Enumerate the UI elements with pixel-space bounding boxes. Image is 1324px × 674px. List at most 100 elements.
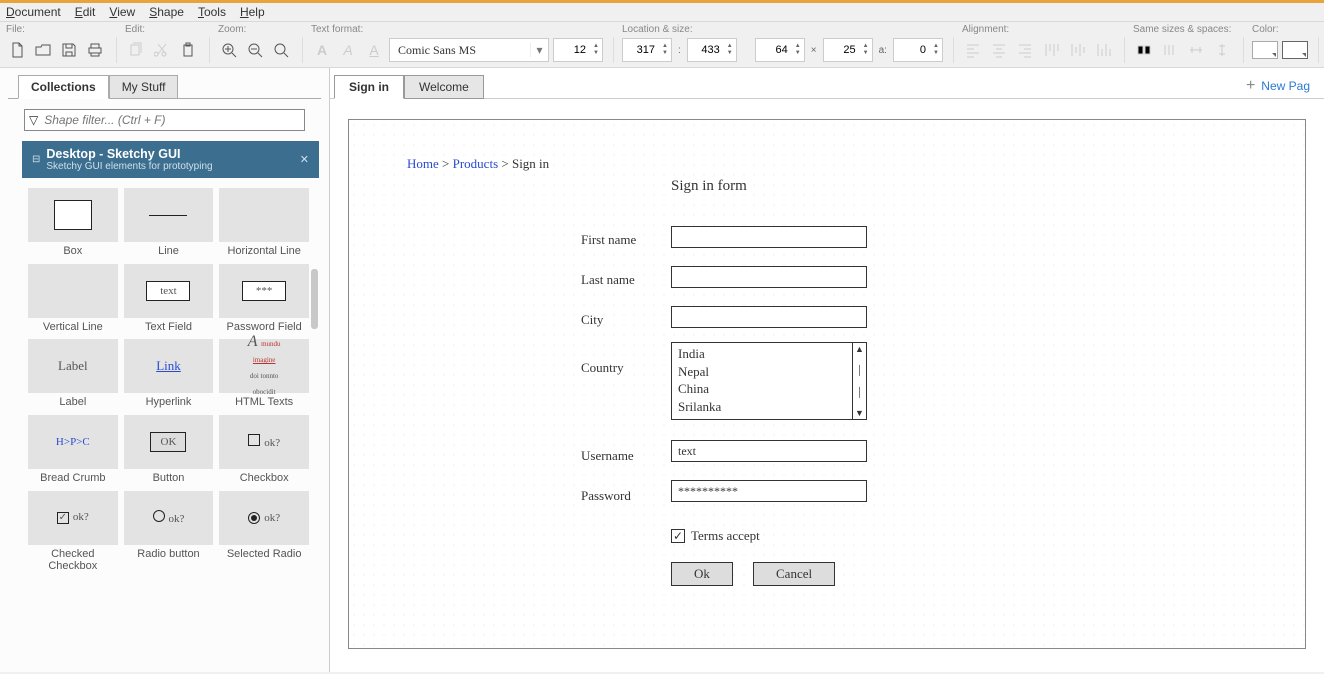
canvas[interactable]: Home > Products > Sign in Sign in form F… bbox=[348, 119, 1306, 649]
menu-shape[interactable]: Shape bbox=[149, 5, 184, 19]
menu-help[interactable]: Help bbox=[240, 5, 265, 19]
page-tab-welcome[interactable]: Welcome bbox=[404, 75, 484, 99]
new-page-button[interactable]: + New Pag bbox=[1246, 77, 1310, 95]
angle-input[interactable]: ▲▼ bbox=[893, 38, 943, 62]
menu-document[interactable]: Document bbox=[6, 5, 61, 19]
align-center-icon[interactable] bbox=[988, 39, 1010, 61]
edit-group-label: Edit: bbox=[125, 24, 199, 35]
shape-caption: Bread Crumb bbox=[28, 472, 118, 485]
align-left-icon[interactable] bbox=[962, 39, 984, 61]
fill-color-well[interactable] bbox=[1252, 41, 1278, 59]
shape-item[interactable]: ok?Selected Radio bbox=[219, 491, 309, 573]
shape-item[interactable]: A munduimaginedoi tonntoobociditHTML Tex… bbox=[219, 339, 309, 409]
pos-y-input[interactable]: ▲▼ bbox=[687, 38, 737, 62]
shape-item[interactable]: LabelLabel bbox=[28, 339, 118, 409]
zoom-reset-icon[interactable] bbox=[270, 39, 292, 61]
align-group-label: Alignment: bbox=[962, 24, 1114, 35]
shape-item[interactable]: textText Field bbox=[124, 264, 214, 334]
copy-icon[interactable] bbox=[125, 39, 147, 61]
zoom-out-icon[interactable] bbox=[244, 39, 266, 61]
button-cancel[interactable]: Cancel bbox=[753, 562, 835, 586]
same-group-label: Same sizes & spaces: bbox=[1133, 24, 1233, 35]
shape-caption: Box bbox=[28, 245, 118, 258]
save-file-icon[interactable] bbox=[58, 39, 80, 61]
label-password: Password bbox=[581, 488, 631, 504]
collection-header[interactable]: ⊟ Desktop - Sketchy GUI Sketchy GUI elem… bbox=[22, 141, 319, 178]
stroke-color-well[interactable] bbox=[1282, 41, 1308, 59]
page-tab-signin[interactable]: Sign in bbox=[334, 75, 404, 99]
font-size-input[interactable]: ▲▼ bbox=[553, 38, 603, 62]
shape-item[interactable]: LinkHyperlink bbox=[124, 339, 214, 409]
country-option[interactable]: India bbox=[678, 345, 846, 363]
font-select[interactable]: Comic Sans MS ▾ bbox=[389, 38, 549, 62]
country-option[interactable]: Srilanka bbox=[678, 398, 846, 416]
size-h-input[interactable]: ▲▼ bbox=[823, 38, 873, 62]
shape-filter[interactable]: ▽ bbox=[24, 109, 305, 131]
shape-filter-input[interactable] bbox=[42, 112, 300, 128]
label-country: Country bbox=[581, 360, 624, 376]
text-group-label: Text format: bbox=[311, 24, 603, 35]
dist-vert-icon[interactable] bbox=[1211, 39, 1233, 61]
size-w-input[interactable]: ▲▼ bbox=[755, 38, 805, 62]
breadcrumb[interactable]: Home > Products > Sign in bbox=[407, 156, 549, 172]
listbox-scrollbar[interactable]: ▲││▼ bbox=[852, 343, 866, 419]
shape-item[interactable]: ***Password Field bbox=[219, 264, 309, 334]
paste-icon[interactable] bbox=[177, 39, 199, 61]
align-right-icon[interactable] bbox=[1014, 39, 1036, 61]
input-city[interactable] bbox=[671, 306, 867, 328]
shape-caption: Line bbox=[124, 245, 214, 258]
italic-icon[interactable]: A bbox=[337, 39, 359, 61]
underline-icon[interactable]: A bbox=[363, 39, 385, 61]
menu-edit[interactable]: Edit bbox=[75, 5, 96, 19]
shape-item[interactable]: ✓ok?Checked Checkbox bbox=[28, 491, 118, 573]
shape-caption: Hyperlink bbox=[124, 396, 214, 409]
label-city: City bbox=[581, 312, 603, 328]
toolbar: File: Edit: Zoom: Text format: A A A bbox=[0, 22, 1324, 68]
tab-mystuff[interactable]: My Stuff bbox=[109, 75, 179, 99]
scrollbar-thumb[interactable] bbox=[311, 269, 318, 329]
shape-item[interactable]: Line bbox=[124, 188, 214, 258]
shape-caption: Label bbox=[28, 396, 118, 409]
shape-item[interactable]: Vertical Line bbox=[28, 264, 118, 334]
shape-item[interactable]: OKButton bbox=[124, 415, 214, 485]
close-collection-icon[interactable]: ✕ bbox=[300, 153, 309, 166]
open-file-icon[interactable] bbox=[32, 39, 54, 61]
filter-icon: ▽ bbox=[29, 113, 38, 127]
collapse-icon[interactable]: ⊟ bbox=[32, 154, 40, 165]
shape-caption: HTML Texts bbox=[219, 396, 309, 409]
menu-view[interactable]: View bbox=[109, 5, 135, 19]
shape-caption: Horizontal Line bbox=[219, 245, 309, 258]
button-ok[interactable]: Ok bbox=[671, 562, 733, 586]
country-option[interactable]: China bbox=[678, 380, 846, 398]
align-middle-icon[interactable] bbox=[1066, 39, 1088, 61]
shape-item[interactable]: H>P>CBread Crumb bbox=[28, 415, 118, 485]
zoom-in-icon[interactable] bbox=[218, 39, 240, 61]
input-username[interactable]: text bbox=[671, 440, 867, 462]
listbox-country[interactable]: IndiaNepalChinaSrilanka ▲││▼ bbox=[671, 342, 867, 420]
pos-x-input[interactable]: ▲▼ bbox=[622, 38, 672, 62]
checkbox-terms[interactable]: ✓ Terms accept bbox=[671, 528, 760, 544]
print-icon[interactable] bbox=[84, 39, 106, 61]
text-color-icon[interactable]: A bbox=[311, 39, 333, 61]
collections-scroll[interactable]: ⊟ Desktop - Sketchy GUI Sketchy GUI elem… bbox=[22, 141, 319, 672]
align-top-icon[interactable] bbox=[1040, 39, 1062, 61]
align-bottom-icon[interactable] bbox=[1092, 39, 1114, 61]
dist-horiz-icon[interactable] bbox=[1185, 39, 1207, 61]
shape-item[interactable]: Box bbox=[28, 188, 118, 258]
same-width-icon[interactable] bbox=[1133, 39, 1155, 61]
input-firstname[interactable] bbox=[671, 226, 867, 248]
new-file-icon[interactable] bbox=[6, 39, 28, 61]
input-lastname[interactable] bbox=[671, 266, 867, 288]
country-option[interactable]: Nepal bbox=[678, 363, 846, 381]
shape-item[interactable]: ok?Checkbox bbox=[219, 415, 309, 485]
shape-item[interactable]: ok?Radio button bbox=[124, 491, 214, 573]
input-password[interactable]: ********** bbox=[671, 480, 867, 502]
label-lastname: Last name bbox=[581, 272, 635, 288]
cut-icon[interactable] bbox=[151, 39, 173, 61]
menu-tools[interactable]: Tools bbox=[198, 5, 226, 19]
menu-bar: Document Edit View Shape Tools Help bbox=[0, 3, 1324, 22]
file-group-label: File: bbox=[6, 24, 106, 35]
same-height-icon[interactable] bbox=[1159, 39, 1181, 61]
tab-collections[interactable]: Collections bbox=[18, 75, 109, 99]
shape-item[interactable]: Horizontal Line bbox=[219, 188, 309, 258]
